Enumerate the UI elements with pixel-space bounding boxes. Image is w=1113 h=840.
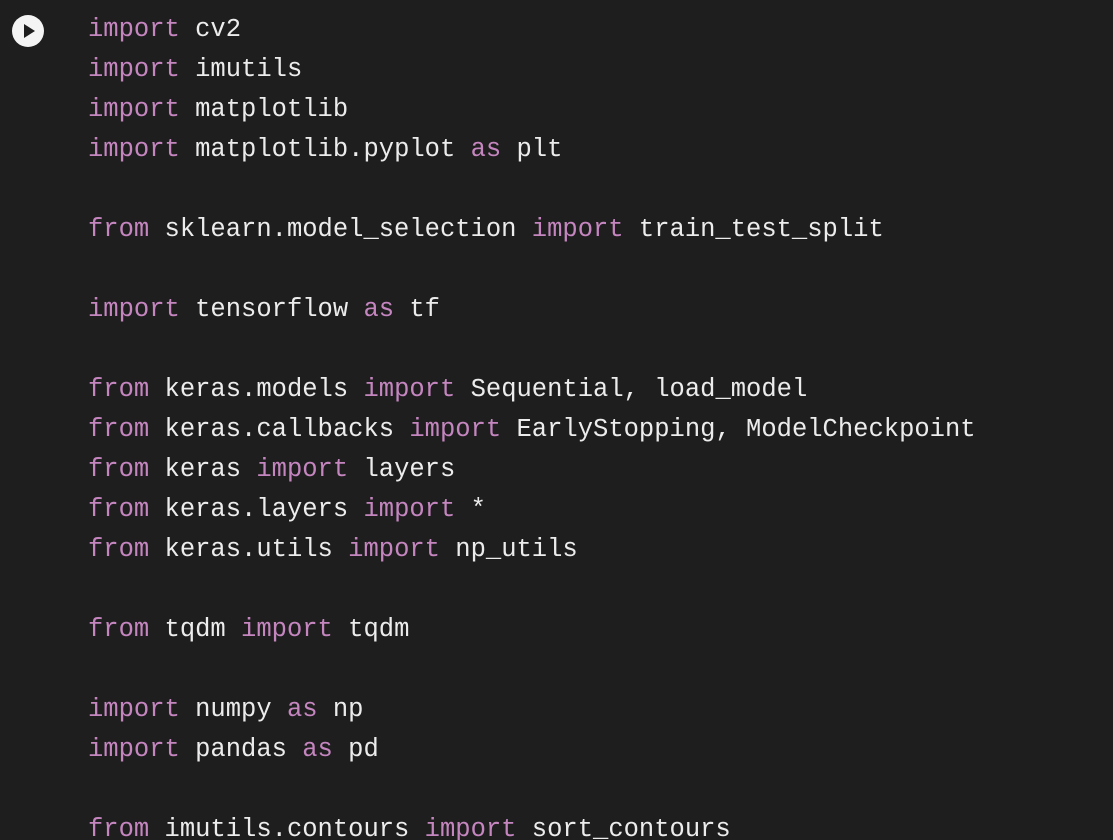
code-text: tqdm [149,615,242,644]
code-keyword: import [88,55,180,84]
code-text: np [317,695,364,724]
code-text: np_utils [439,535,578,564]
code-text: sort_contours [516,815,731,840]
code-line: from keras.callbacks import EarlyStoppin… [88,410,976,450]
code-keyword: from [88,535,150,564]
code-keyword: as [286,695,318,724]
code-line: import pandas as pd [88,730,976,770]
code-line: from keras.utils import np_utils [88,530,976,570]
code-text: pandas [179,735,303,764]
code-keyword: import [88,15,180,44]
code-line: from keras import layers [88,450,976,490]
code-keyword: import [88,695,180,724]
code-line: import matplotlib.pyplot as plt [88,130,976,170]
code-text: keras.layers [149,495,364,524]
code-line: from imutils.contours import sort_contou… [88,810,976,840]
code-text: sklearn.model_selection [149,215,532,244]
code-keyword: from [88,815,150,840]
code-cell[interactable]: import cv2 import imutils import matplotli… [0,0,1113,840]
code-line: import tensorflow as tf [88,290,976,330]
code-text: numpy [179,695,287,724]
code-keyword: import [409,415,502,444]
code-text: keras.callbacks [149,415,410,444]
code-line: import imutils [88,50,976,90]
code-keyword: import [363,495,456,524]
code-keyword: as [470,135,502,164]
code-keyword: import [363,375,456,404]
code-keyword: import [241,615,333,644]
code-keyword: as [302,735,333,764]
code-text: plt [501,135,563,164]
code-keyword: import [256,455,349,484]
code-line: from keras.models import Sequential, loa… [88,370,976,410]
code-keyword: import [88,735,180,764]
code-text: * [455,495,486,524]
code-text: keras.utils [149,535,349,564]
code-keyword: from [88,375,150,404]
code-text: layers [348,455,456,484]
code-text: tqdm [332,615,410,644]
code-keyword: from [88,415,150,444]
code-text: matplotlib [179,95,349,124]
code-line: from keras.layers import * [88,490,976,530]
code-text: train_test_split [623,215,884,244]
code-line: import matplotlib [88,90,976,130]
code-keyword: import [531,215,624,244]
code-keyword: from [88,455,150,484]
code-line: import cv2 [88,10,976,50]
code-keyword: import [88,135,180,164]
code-text: tensorflow [179,295,364,324]
code-editor[interactable]: import cv2 import imutils import matplotli… [88,10,976,840]
code-line: from sklearn.model_selection import trai… [88,210,976,250]
code-keyword: import [88,295,180,324]
code-text: imutils.contours [149,815,425,840]
code-keyword: as [363,295,395,324]
code-keyword: from [88,495,150,524]
code-text: imutils [179,55,303,84]
code-text: cv2 [179,15,242,44]
code-keyword: import [88,95,180,124]
code-line: from tqdm import tqdm [88,610,976,650]
code-text: matplotlib.pyplot [179,135,471,164]
code-keyword: from [88,215,150,244]
code-line: import numpy as np [88,690,976,730]
code-text: keras [149,455,257,484]
play-icon [24,24,35,38]
code-keyword: import [424,815,517,840]
code-text: pd [332,735,379,764]
code-keyword: from [88,615,150,644]
run-cell-button[interactable] [12,15,44,47]
code-text: keras.models [149,375,364,404]
code-text: Sequential, load_model [455,375,808,404]
code-keyword: import [348,535,440,564]
code-text: tf [394,295,440,324]
code-text: EarlyStopping, ModelCheckpoint [501,415,976,444]
